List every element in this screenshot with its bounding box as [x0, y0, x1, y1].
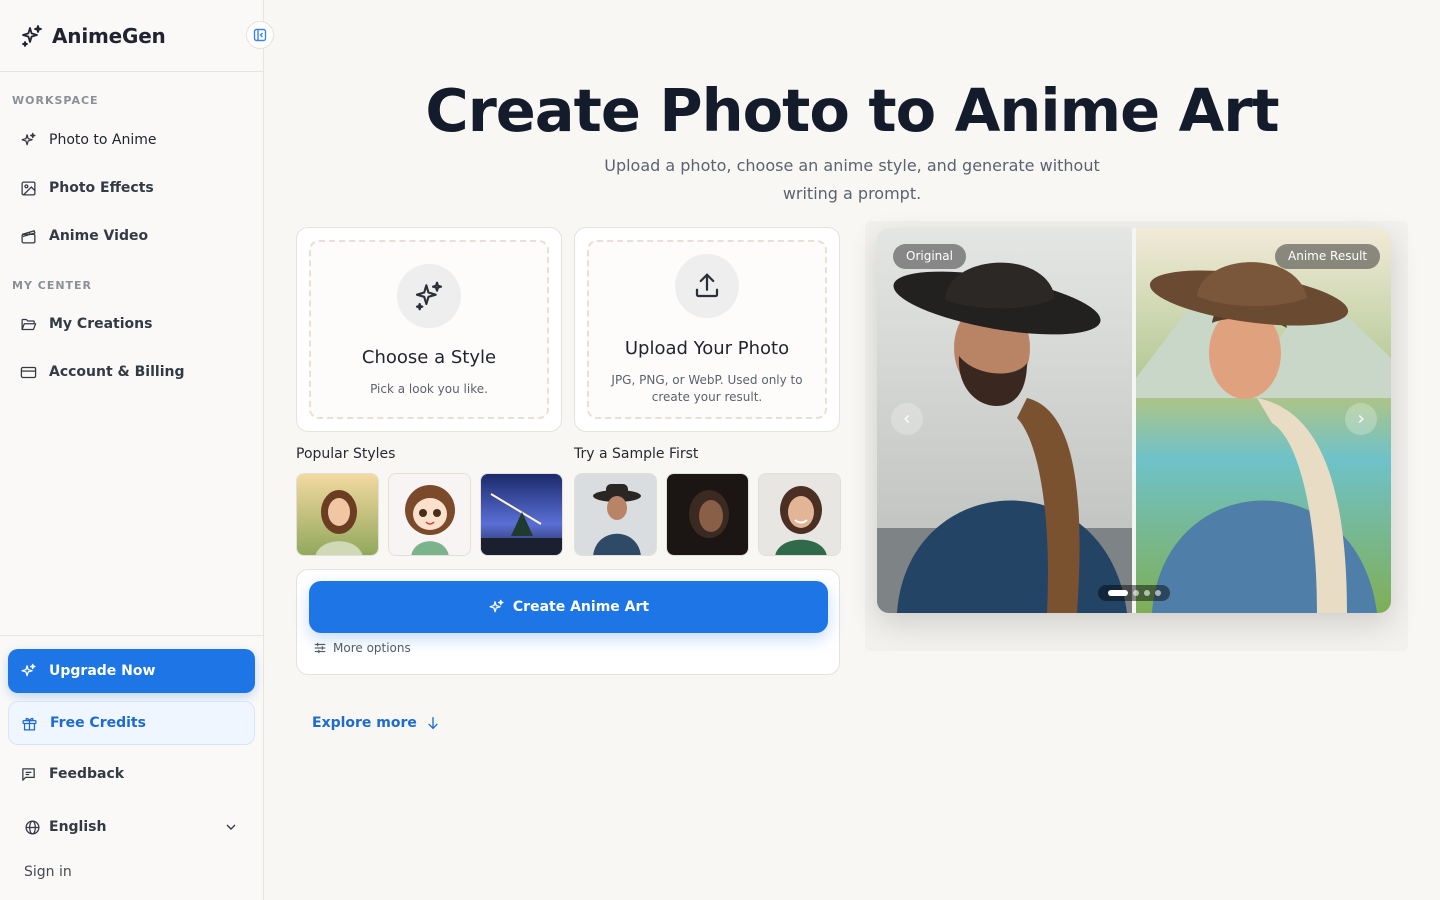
image-icon — [21, 180, 36, 196]
page-subtitle: Upload a photo, choose an anime style, a… — [604, 156, 1100, 203]
upgrade-label: Upgrade Now — [49, 663, 156, 679]
upload-subtitle: JPG, PNG, or WebP. Used only to create y… — [611, 373, 803, 404]
sparkles-icon — [21, 663, 36, 676]
feedback-label: Feedback — [49, 766, 125, 782]
carousel-dot[interactable] — [1154, 590, 1161, 596]
upgrade-now-button[interactable]: Upgrade Now — [8, 649, 255, 693]
nav-label: Photo Effects — [49, 180, 154, 196]
sparkles-icon — [415, 281, 443, 311]
arrow-down-icon — [428, 717, 438, 730]
upload-photo-card[interactable]: Upload Your Photo JPG, PNG, or WebP. Use… — [574, 227, 840, 432]
choose-style-dropzone[interactable]: Choose a Style Pick a look you like. — [309, 240, 549, 419]
preview-prev-button[interactable] — [891, 403, 923, 435]
create-panel: Create Anime Art More options — [296, 569, 840, 675]
nav-anime-video[interactable]: Anime Video — [0, 216, 263, 256]
sparkles-icon — [489, 599, 504, 612]
sparkles-icon — [21, 132, 36, 145]
workspace-section-label: WORKSPACE — [12, 94, 99, 107]
nav-label: Photo to Anime — [49, 132, 157, 148]
carousel-dot-active[interactable] — [1107, 590, 1128, 596]
globe-icon — [25, 819, 40, 835]
upload-dropzone[interactable]: Upload Your Photo JPG, PNG, or WebP. Use… — [587, 240, 827, 419]
samples-label: Try a Sample First — [574, 446, 699, 462]
chevron-right-icon — [1358, 414, 1364, 424]
page-title: Create Photo to Anime Art — [425, 76, 1279, 145]
free-credits-button[interactable]: Free Credits — [8, 701, 255, 745]
sidebar-bottom: Upgrade Now Free Credits Feedback Englis… — [0, 635, 263, 900]
credit-card-icon — [20, 366, 37, 378]
nav-account-billing[interactable]: Account & Billing — [0, 352, 263, 392]
landscape-thumbnail-image — [481, 474, 562, 555]
brand-header: AnimeGen — [0, 0, 274, 72]
feedback-button[interactable]: Feedback — [0, 754, 263, 794]
upload-title: Upload Your Photo — [624, 338, 790, 359]
free-credits-label: Free Credits — [50, 715, 146, 731]
sign-in-link[interactable]: Sign in — [24, 864, 72, 880]
nav-photo-to-anime[interactable]: Photo to Anime — [0, 120, 263, 160]
collapse-sidebar-button[interactable] — [246, 21, 274, 49]
carousel-indicator — [1098, 585, 1170, 601]
nav-photo-effects[interactable]: Photo Effects — [0, 168, 263, 208]
smiling-woman-sample-image — [759, 474, 840, 555]
sidebar-collapse-icon — [253, 28, 267, 42]
portrait-thumbnail-image — [297, 474, 378, 555]
style-icon-circle — [397, 264, 461, 328]
carousel-dot[interactable] — [1132, 590, 1139, 596]
before-after-image — [877, 228, 1391, 613]
style-thumb-chibi[interactable] — [388, 473, 471, 556]
language-value: English — [49, 819, 107, 835]
my-center-section-label: MY CENTER — [12, 279, 93, 292]
sample-thumb-dark-portrait[interactable] — [666, 473, 749, 556]
more-options-label: More options — [333, 641, 411, 655]
before-after-preview — [877, 228, 1391, 613]
chevron-left-icon — [904, 414, 910, 424]
choose-style-card[interactable]: Choose a Style Pick a look you like. — [296, 227, 562, 432]
brand-name[interactable]: AnimeGen — [52, 24, 166, 48]
upload-icon-circle — [675, 254, 739, 318]
explore-more-link[interactable]: Explore more — [312, 715, 441, 731]
folder-icon — [21, 318, 37, 330]
create-anime-art-button[interactable]: Create Anime Art — [309, 581, 828, 633]
nav-label: My Creations — [49, 316, 153, 332]
sample-thumb-smiling-woman[interactable] — [758, 473, 841, 556]
nav-my-creations[interactable]: My Creations — [0, 304, 263, 344]
dark-portrait-sample-image — [667, 474, 748, 555]
chevron-down-icon — [226, 824, 236, 830]
style-thumb-realistic-portrait[interactable] — [296, 473, 379, 556]
clapperboard-icon — [21, 229, 36, 244]
message-square-icon — [22, 767, 35, 781]
language-selector[interactable]: English — [24, 816, 239, 838]
cowboy-sample-image — [575, 474, 656, 555]
create-label: Create Anime Art — [512, 599, 650, 615]
sparkles-logo-icon — [22, 24, 42, 47]
choose-style-title: Choose a Style — [361, 347, 497, 368]
anime-result-label-badge: Anime Result — [1275, 244, 1381, 269]
nav-label: Account & Billing — [49, 364, 185, 380]
carousel-dot[interactable] — [1143, 590, 1150, 596]
chibi-thumbnail-image — [389, 474, 470, 555]
preview-next-button[interactable] — [1345, 403, 1377, 435]
sidebar: AnimeGen WORKSPACE Photo to Anime Photo … — [0, 0, 274, 900]
popular-styles-label: Popular Styles — [296, 446, 396, 462]
choose-style-subtitle: Pick a look you like. — [370, 382, 488, 396]
original-label-badge: Original — [893, 244, 966, 269]
sliders-icon — [314, 642, 326, 654]
more-options-toggle[interactable]: More options — [313, 641, 411, 655]
upload-icon — [695, 273, 719, 298]
explore-label: Explore more — [312, 715, 417, 731]
sample-thumb-cowboy[interactable] — [574, 473, 657, 556]
style-thumb-fantasy-landscape[interactable] — [480, 473, 563, 556]
nav-label: Anime Video — [49, 228, 149, 244]
gift-icon — [22, 717, 37, 731]
